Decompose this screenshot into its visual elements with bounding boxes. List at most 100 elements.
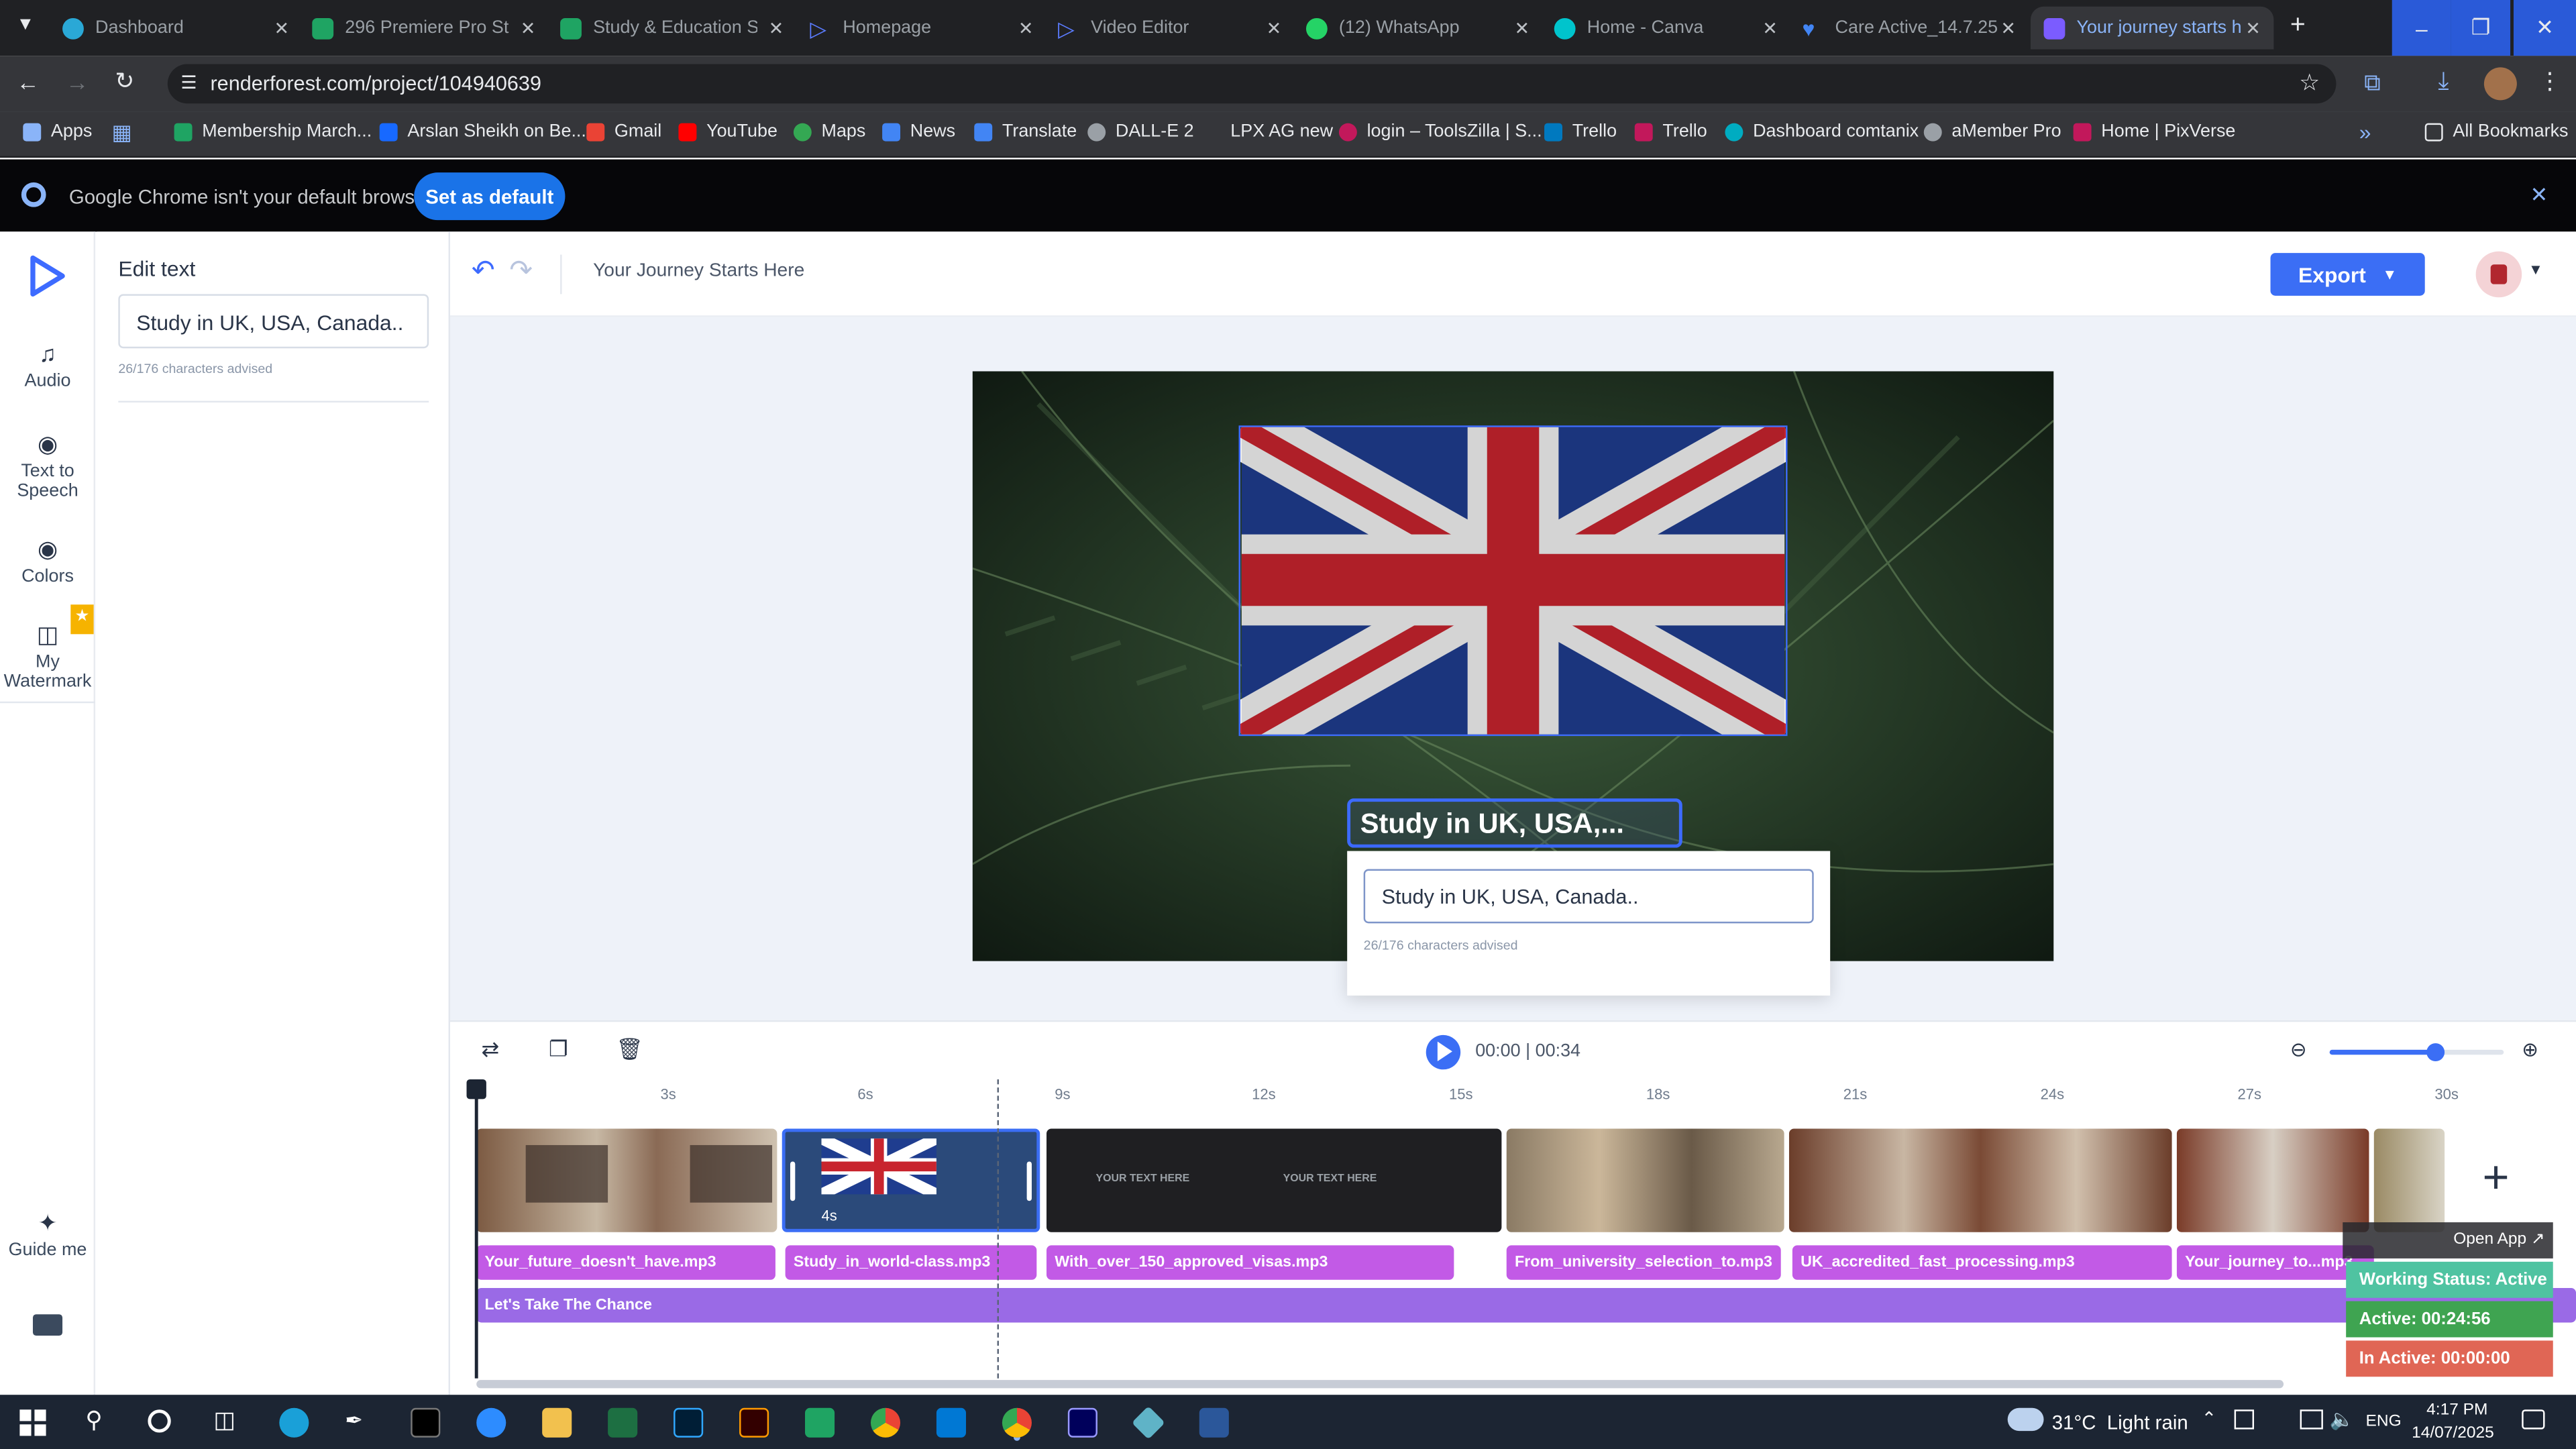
handle-left[interactable]	[790, 1161, 796, 1201]
new-tab-plus-icon[interactable]: +	[2290, 11, 2306, 41]
tab-video-editor[interactable]: ▷ Video Editor ✕	[1058, 7, 1281, 50]
close-icon[interactable]: ✕	[1267, 18, 1282, 39]
bookmark-pixverse[interactable]: Home | PixVerse	[2073, 121, 2235, 142]
scene-clip-5[interactable]	[1788, 1128, 2172, 1232]
terminal-icon[interactable]	[411, 1407, 441, 1438]
word-icon[interactable]	[1199, 1407, 1229, 1438]
add-scene-plus-icon[interactable]: +	[2482, 1154, 2509, 1201]
bookmark-amember[interactable]: aMember Pro	[1923, 121, 2061, 142]
undo-icon[interactable]: ↶	[472, 255, 495, 288]
playhead[interactable]	[466, 1079, 486, 1379]
bookmark-gmail[interactable]: Gmail	[586, 121, 661, 142]
music-track[interactable]: Let's Take The Chance	[476, 1288, 2576, 1323]
weather-cloud-icon[interactable]	[2007, 1407, 2044, 1432]
network-icon[interactable]	[2300, 1409, 2323, 1430]
app-icon[interactable]	[1131, 1405, 1165, 1440]
menu-dots-icon[interactable]: ⋮	[2538, 67, 2561, 95]
scene-clip-6[interactable]	[2176, 1128, 2369, 1232]
export-button[interactable]: Export ▼	[2270, 253, 2425, 296]
chevron-down-icon[interactable]: ▼	[2528, 261, 2543, 277]
handle-right[interactable]	[1026, 1161, 1032, 1201]
play-button[interactable]	[1426, 1034, 1461, 1070]
star-icon[interactable]: ☆	[2299, 69, 2320, 97]
audio-clip[interactable]: Your_future_doesn't_have.mp3	[476, 1245, 775, 1280]
audio-clip[interactable]: With_over_150_approved_visas.mp3	[1046, 1245, 1454, 1280]
volume-icon[interactable]: 🔈	[2330, 1408, 2355, 1431]
photoshop-icon[interactable]	[674, 1407, 704, 1438]
tab-your-journey[interactable]: Your journey starts h ✕	[2030, 6, 2274, 50]
zoom-slider[interactable]	[2329, 1043, 2504, 1062]
excel-icon[interactable]	[608, 1407, 638, 1438]
headline-text-element[interactable]: Study in UK, USA,...	[1347, 798, 1682, 848]
open-app-button[interactable]: Open App ↗	[2343, 1222, 2553, 1258]
bookmark-behance[interactable]: Arslan Sheikh on Be...	[379, 121, 586, 142]
tab-canva[interactable]: Home - Canva ✕	[1554, 7, 1778, 50]
nav-audio[interactable]: ♫ Audio	[0, 341, 95, 390]
clock-date[interactable]: 14/07/2025	[2412, 1424, 2494, 1442]
keyboard-shortcuts-icon[interactable]	[32, 1314, 63, 1336]
tab-study-education[interactable]: Study & Education Sl ✕	[560, 7, 784, 50]
extensions-icon[interactable]: ⧉	[2364, 69, 2380, 97]
task-view-icon[interactable]: ◫	[213, 1406, 235, 1434]
trash-icon[interactable]: 🗑	[616, 1036, 643, 1063]
tray-apps-icon[interactable]	[2234, 1409, 2255, 1430]
site-info-icon[interactable]: ☰	[180, 72, 197, 93]
close-icon[interactable]: ✕	[2000, 18, 2016, 39]
tab-homepage[interactable]: ▷ Homepage ✕	[810, 7, 1033, 50]
audio-clip[interactable]: From_university_selection_to.mp3	[1506, 1245, 1781, 1280]
restore-button[interactable]: ❐	[2451, 0, 2511, 56]
search-icon[interactable]: ⚲	[85, 1406, 102, 1434]
zoom-in-icon[interactable]: ⊕	[2522, 1038, 2538, 1061]
bookmark-youtube[interactable]: YouTube	[678, 121, 777, 142]
close-icon[interactable]: ✕	[769, 18, 784, 39]
close-icon[interactable]: ✕	[274, 18, 289, 39]
audio-clip[interactable]: UK_accredited_fast_processing.mp3	[1792, 1245, 2172, 1280]
scene-clip-7[interactable]	[2373, 1128, 2445, 1232]
bookmark-trello-2[interactable]: Trello	[1634, 121, 1707, 142]
scene-clip-2-selected[interactable]: 4s	[782, 1128, 1040, 1232]
playhead-handle[interactable]	[466, 1079, 486, 1099]
all-bookmarks[interactable]: All Bookmarks	[2424, 121, 2569, 142]
close-icon[interactable]: ✕	[1762, 18, 1778, 39]
set-as-default-button[interactable]: Set as default	[414, 172, 566, 221]
bookmark-maps[interactable]: Maps	[793, 121, 865, 142]
bookmark-apps[interactable]: Apps	[23, 121, 92, 142]
minimize-button[interactable]: –	[2392, 0, 2451, 56]
bookmark-trello-1[interactable]: Trello	[1544, 121, 1617, 142]
close-icon[interactable]: ✕	[1018, 18, 1034, 39]
bookmark-news[interactable]: News	[882, 121, 955, 142]
premiere-icon[interactable]	[1067, 1407, 1097, 1438]
scene-clip-4[interactable]	[1506, 1128, 1784, 1232]
nav-text-to-speech[interactable]: ◉ Text to Speech	[0, 432, 95, 501]
close-window-button[interactable]: ✕	[2513, 0, 2576, 56]
scene-clip-3[interactable]: YOUR TEXT HERE YOUR TEXT HERE	[1046, 1128, 1502, 1232]
project-title[interactable]: Your Journey Starts Here	[593, 261, 804, 280]
pen-icon[interactable]: ✒	[345, 1408, 374, 1438]
weather-text[interactable]: 31°C Light rain	[2052, 1411, 2188, 1434]
bookmark-lpx[interactable]: LPX AG new	[1203, 121, 1333, 141]
swap-scenes-icon[interactable]: ⇄	[482, 1036, 500, 1063]
zoom-icon[interactable]	[476, 1407, 506, 1438]
user-avatar[interactable]	[2475, 251, 2522, 298]
tab-dashboard[interactable]: Dashboard ✕	[62, 7, 289, 50]
bookmark-dalle[interactable]: DALL-E 2	[1087, 121, 1194, 142]
close-icon[interactable]: ✕	[521, 18, 536, 39]
tab-premiere[interactable]: 296 Premiere Pro Stu ✕	[312, 7, 535, 50]
zoom-out-icon[interactable]: ⊖	[2290, 1038, 2307, 1061]
timeline-scrollbar[interactable]	[476, 1380, 2284, 1389]
more-bookmarks-icon[interactable]: »	[2359, 120, 2371, 145]
tray-chevron-icon[interactable]: ⌃	[2202, 1408, 2217, 1429]
scene-clip-1[interactable]	[476, 1128, 777, 1232]
renderforest-logo-icon[interactable]	[28, 255, 68, 298]
nav-guide-me[interactable]: ✦ Guide me	[0, 1211, 95, 1260]
url-field[interactable]: ☰ renderforest.com/project/104940639 ☆	[167, 64, 2337, 104]
file-explorer-icon[interactable]	[542, 1407, 572, 1438]
edge-icon[interactable]	[279, 1407, 309, 1438]
back-arrow-icon[interactable]: ←	[16, 69, 39, 95]
nav-colors[interactable]: ◉ Colors	[0, 537, 95, 586]
notifications-icon[interactable]	[2522, 1409, 2545, 1430]
bookmark-translate[interactable]: Translate	[974, 121, 1077, 142]
profile-avatar[interactable]	[2483, 67, 2517, 101]
close-icon[interactable]: ✕	[2530, 182, 2548, 209]
bookmark-toolszilla[interactable]: login – ToolsZilla | S...	[1338, 121, 1542, 142]
